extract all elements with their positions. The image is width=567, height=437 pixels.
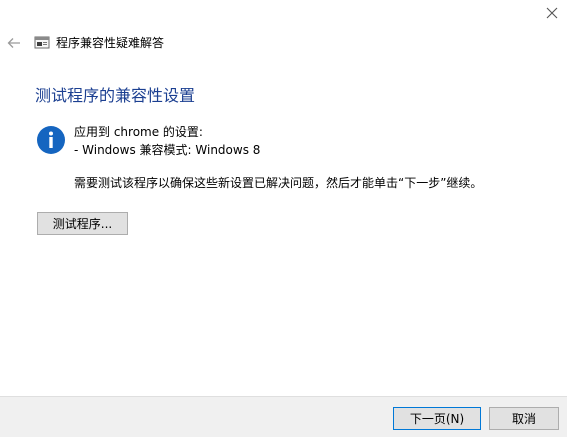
close-button[interactable]: [536, 0, 567, 26]
next-button[interactable]: 下一页(N): [393, 407, 481, 430]
info-icon: [37, 126, 65, 154]
footer-bar: 下一页(N) 取消: [0, 396, 567, 437]
compat-mode-text: - Windows 兼容模式: Windows 8: [74, 143, 261, 157]
applied-settings: 应用到 chrome 的设置: - Windows 兼容模式: Windows …: [74, 123, 260, 159]
window-title: 程序兼容性疑难解答: [56, 36, 165, 50]
back-button[interactable]: [4, 33, 24, 53]
cancel-button[interactable]: 取消: [489, 407, 559, 430]
applied-to-text: 应用到 chrome 的设置:: [74, 125, 203, 139]
page-heading: 测试程序的兼容性设置: [35, 86, 196, 105]
back-arrow-icon: [7, 38, 20, 48]
troubleshooter-icon: [34, 36, 50, 49]
instruction-text: 需要测试该程序以确保这些新设置已解决问题，然后才能单击“下一步”继续。: [74, 176, 483, 190]
close-icon: [546, 7, 557, 19]
test-program-button[interactable]: 测试程序...: [37, 212, 128, 235]
